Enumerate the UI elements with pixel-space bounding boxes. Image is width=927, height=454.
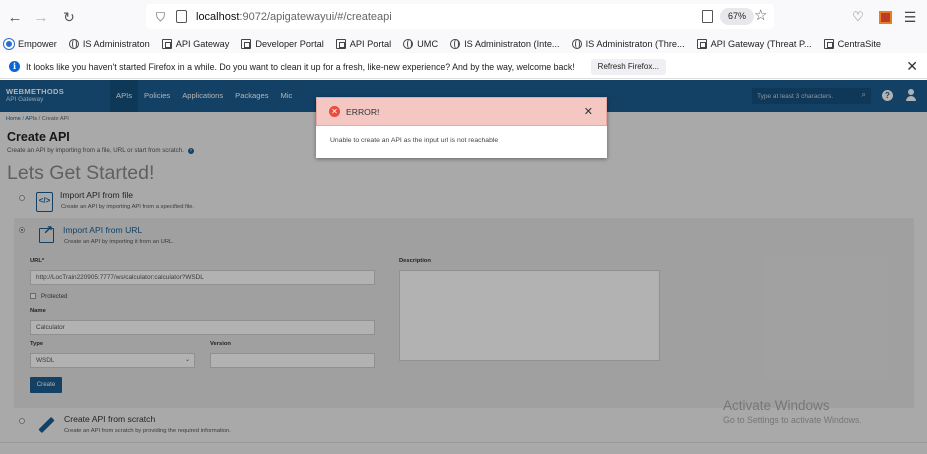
extension-icon[interactable] (878, 0, 892, 34)
page-frame-icon (823, 38, 834, 49)
close-icon[interactable]: ✕ (584, 105, 593, 118)
bookmark-star-icon[interactable]: ☆ (754, 6, 767, 24)
bookmark-item[interactable]: API Gateway (161, 38, 230, 49)
page-frame-icon (161, 38, 172, 49)
globe-icon (403, 38, 414, 49)
error-title: ERROR! (346, 106, 380, 117)
bookmark-item[interactable]: IS Administraton (Thre... (571, 38, 685, 49)
bookmark-label: Developer Portal (255, 38, 324, 49)
bookmark-label: API Portal (349, 38, 392, 49)
page-frame-icon (335, 38, 346, 49)
refresh-firefox-button[interactable]: Refresh Firefox... (590, 58, 667, 75)
shield-icon: ⛉ (156, 9, 166, 24)
bookmark-label: UMC (417, 38, 439, 49)
pocket-icon[interactable]: ♡ (850, 0, 866, 34)
bookmark-label: API Gateway (175, 38, 230, 49)
empower-icon (4, 38, 14, 49)
bookmark-label: API Gateway (Threat P... (710, 38, 812, 49)
bookmark-item[interactable]: UMC (403, 38, 439, 49)
page-info-icon[interactable] (176, 10, 187, 23)
hamburger-menu-icon[interactable]: ☰ (902, 0, 918, 34)
error-dialog-header: ✕ ERROR! ✕ (316, 97, 607, 126)
address-bar[interactable]: ⛉ localhost:9072/apigatewayui/#/createap… (146, 4, 774, 29)
close-icon[interactable]: ✕ (906, 58, 918, 75)
info-icon: i (9, 61, 20, 72)
page-frame-icon (696, 38, 707, 49)
bookmark-label: IS Administraton (82, 38, 150, 49)
globe-icon (68, 38, 79, 49)
bookmark-item[interactable]: IS Administraton (68, 38, 150, 49)
globe-icon (571, 38, 582, 49)
reader-view-icon[interactable] (702, 10, 713, 23)
bookmark-item[interactable]: API Gateway (Threat P... (696, 38, 812, 49)
zoom-level[interactable]: 67% (720, 8, 755, 25)
error-message: Unable to create an API as the input url… (330, 137, 499, 144)
bookmarks-toolbar: Empower IS Administraton API Gateway Develo… (0, 34, 927, 53)
url-text[interactable]: localhost:9072/apigatewayui/#/createapi (196, 11, 392, 23)
bookmark-item[interactable]: Developer Portal (241, 38, 324, 49)
notification-text: It looks like you haven't started Firefo… (26, 61, 575, 72)
forward-arrow-icon[interactable]: → (30, 6, 52, 28)
bookmark-item[interactable]: CentraSite (823, 38, 882, 49)
page-frame-icon (241, 38, 252, 49)
browser-toolbar: ← → ↻ ⛉ localhost:9072/apigatewayui/#/cr… (0, 0, 927, 34)
back-arrow-icon[interactable]: ← (4, 6, 26, 28)
error-x-icon: ✕ (329, 106, 340, 117)
bookmark-label: IS Administraton (Thre... (585, 38, 685, 49)
notification-bar: i It looks like you haven't started Fire… (0, 55, 927, 79)
bookmark-label: CentraSite (837, 38, 882, 49)
bookmark-item[interactable]: IS Administraton (Inte... (450, 38, 560, 49)
bookmark-label: Empower (18, 38, 57, 49)
bookmark-item[interactable]: API Portal (335, 38, 392, 49)
reload-icon[interactable]: ↻ (58, 6, 80, 28)
error-dialog: ✕ ERROR! ✕ Unable to create an API as th… (316, 97, 607, 158)
bookmark-item[interactable]: Empower (4, 38, 57, 49)
bookmark-label: IS Administraton (Inte... (464, 38, 560, 49)
globe-icon (450, 38, 461, 49)
